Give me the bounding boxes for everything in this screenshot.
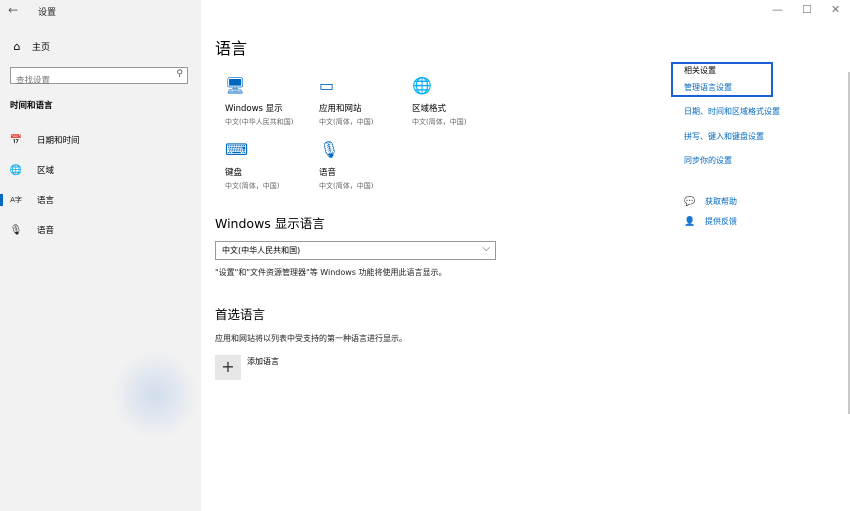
- date-time-region-settings-link[interactable]: 日期、时间和区域格式设置: [684, 106, 780, 117]
- search-icon[interactable]: ⚲: [176, 69, 183, 79]
- sidebar-item-date-time[interactable]: 📅 日期和时间: [0, 129, 201, 151]
- search-input[interactable]: [11, 73, 166, 89]
- calendar-icon: 📅: [9, 134, 23, 146]
- background-blur: [110, 350, 200, 440]
- home-icon: ⌂: [13, 40, 21, 53]
- feedback-person-icon: 👤: [684, 216, 696, 227]
- title-bar: ← 设置: [0, 0, 201, 22]
- preferred-language-heading: 首选语言: [215, 307, 266, 322]
- chat-bubble-icon: 💬: [684, 196, 696, 207]
- sidebar-item-label: 区域: [37, 166, 55, 176]
- language-icon: A字: [10, 196, 22, 204]
- keyboard-icon: ⌨: [225, 140, 249, 159]
- get-help-link[interactable]: 💬 获取帮助: [684, 196, 737, 207]
- back-arrow-icon[interactable]: ←: [8, 3, 18, 17]
- tile-sub: 中文(简体，中国): [412, 118, 467, 126]
- home-label: 主页: [32, 43, 51, 53]
- sidebar: ← 设置 ⌂ 主页 ⚲ 时间和语言 📅 日期和时间 🌐 区域 A字 语言 🎙 语…: [0, 0, 201, 511]
- browser-window-icon: ▭: [319, 76, 335, 95]
- tile-speech[interactable]: 🎙 语音 中文(简体，中国): [319, 140, 409, 191]
- tile-keyboard[interactable]: ⌨ 键盘 中文(简体，中国): [225, 140, 315, 191]
- dropdown-value: 中文(中华人民共和国): [222, 246, 301, 255]
- app-title: 设置: [38, 8, 57, 18]
- tile-label: Windows 显示: [225, 104, 283, 114]
- sync-settings-link[interactable]: 同步你的设置: [684, 155, 732, 166]
- add-language-label[interactable]: 添加语言: [247, 356, 279, 367]
- sidebar-item-language[interactable]: A字 语言: [0, 189, 201, 211]
- related-settings-title: 相关设置: [684, 66, 716, 75]
- section-title: 时间和语言: [10, 101, 53, 111]
- tile-label: 语音: [319, 168, 337, 178]
- tile-windows-display[interactable]: 🖥 Windows 显示 中文(中华人民共和国): [225, 76, 315, 127]
- spelling-typing-keyboard-link[interactable]: 拼写、键入和键盘设置: [684, 131, 764, 142]
- globe-icon: 🌐: [412, 76, 432, 95]
- tile-regional-format[interactable]: 🌐 区域格式 中文(简体，中国): [412, 76, 502, 127]
- sidebar-item-speech[interactable]: 🎙 语音: [0, 219, 201, 241]
- microphone-icon: 🎙: [9, 224, 23, 236]
- sidebar-item-region[interactable]: 🌐 区域: [0, 159, 201, 181]
- give-feedback-label: 提供反馈: [705, 217, 737, 226]
- give-feedback-link[interactable]: 👤 提供反馈: [684, 216, 737, 227]
- search-box[interactable]: ⚲: [10, 67, 188, 89]
- sidebar-item-label: 语音: [37, 226, 55, 236]
- tile-label: 区域格式: [412, 104, 447, 114]
- sidebar-item-label: 语言: [37, 196, 55, 206]
- chevron-down-icon: ⌵: [482, 243, 490, 254]
- tile-label: 键盘: [225, 168, 243, 178]
- tile-sub: 中文(简体，中国): [319, 118, 374, 126]
- tile-label: 应用和网站: [319, 104, 362, 114]
- tile-sub: 中文(简体，中国): [225, 182, 280, 190]
- sidebar-item-label: 日期和时间: [37, 136, 80, 146]
- monitor-icon: 🖥: [225, 76, 246, 95]
- page-title: 语言: [215, 39, 248, 58]
- preferred-language-note: 应用和网站将以列表中受支持的第一种语言进行显示。: [215, 334, 407, 343]
- display-language-note: "设置"和"文件资源管理器"等 Windows 功能将使用此语言显示。: [215, 268, 447, 277]
- home-nav[interactable]: ⌂ 主页: [10, 40, 51, 53]
- main-content: 语言 🖥 Windows 显示 中文(中华人民共和国) ▭ 应用和网站 中文(简…: [201, 0, 850, 511]
- globe-icon: 🌐: [9, 164, 23, 176]
- display-language-heading: Windows 显示语言: [215, 216, 325, 231]
- add-language-button[interactable]: +: [215, 355, 241, 380]
- microphone-icon: 🎙: [319, 140, 340, 159]
- display-language-dropdown[interactable]: 中文(中华人民共和国) ⌵: [215, 241, 496, 260]
- tile-apps-websites[interactable]: ▭ 应用和网站 中文(简体，中国): [319, 76, 409, 127]
- tile-sub: 中文(中华人民共和国): [225, 118, 294, 126]
- manage-language-settings-link[interactable]: 管理语言设置: [684, 82, 732, 93]
- get-help-label: 获取帮助: [705, 197, 737, 206]
- tile-sub: 中文(简体，中国): [319, 182, 374, 190]
